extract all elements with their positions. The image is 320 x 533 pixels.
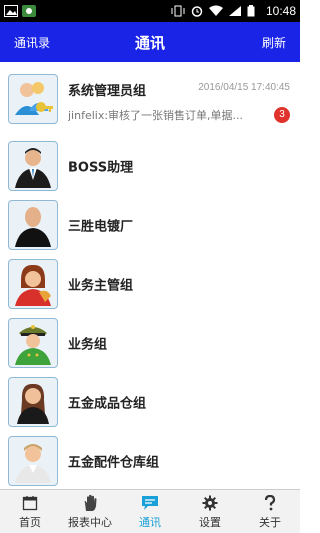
hand-icon: [82, 494, 98, 512]
list-item[interactable]: 业务主管组: [0, 254, 300, 313]
app-notification-icon: [22, 5, 36, 17]
contact-list: 系统管理员组 2016/04/15 17:40:45 jinfelix:审核了一…: [0, 62, 300, 489]
list-item[interactable]: BOSS助理: [0, 136, 300, 195]
chat-icon: [141, 494, 159, 512]
contact-name: 系统管理员组: [68, 84, 147, 99]
tab-label: 通讯: [139, 515, 161, 529]
refresh-button[interactable]: 刷新: [262, 34, 286, 51]
bald-man-icon: [8, 199, 58, 250]
image-notification-icon: [4, 5, 18, 17]
contact-name: 业务主管组: [68, 278, 134, 293]
question-icon: [264, 494, 276, 512]
list-item[interactable]: 三胜电镀厂: [0, 195, 300, 254]
list-item[interactable]: 系统管理员组 2016/04/15 17:40:45 jinfelix:审核了一…: [0, 62, 300, 136]
signal-icon: [228, 5, 242, 17]
status-bar: 10:48: [0, 0, 300, 22]
tab-reports[interactable]: 报表中心: [60, 490, 120, 533]
unread-badge: 3: [274, 107, 290, 123]
bottom-tab-bar: 首页 报表中心 通讯 设置 关于: [0, 489, 300, 533]
tab-label: 设置: [199, 515, 221, 529]
manager-woman-icon: [8, 258, 58, 309]
woman-icon: [8, 376, 58, 427]
alarm-icon: [190, 5, 204, 17]
tab-messages[interactable]: 通讯: [120, 490, 180, 533]
tab-label: 报表中心: [68, 515, 112, 529]
contact-name: 五金配件仓库组: [68, 455, 160, 470]
tab-home[interactable]: 首页: [0, 490, 60, 533]
admin-users-icon: [8, 74, 58, 124]
tab-about[interactable]: 关于: [240, 490, 300, 533]
gear-icon: [202, 494, 218, 512]
vibrate-icon: [171, 5, 185, 17]
list-item[interactable]: 五金配件仓库组: [0, 431, 300, 489]
battery-icon: [247, 5, 261, 17]
contact-name: 业务组: [68, 337, 108, 352]
contact-name: 五金成品仓组: [68, 396, 147, 411]
tab-label: 首页: [19, 515, 41, 529]
tab-settings[interactable]: 设置: [180, 490, 240, 533]
contact-name: 三胜电镀厂: [68, 219, 134, 234]
calendar-icon: [22, 494, 38, 512]
clock-time: 10:48: [265, 4, 296, 18]
man-icon: [8, 435, 58, 486]
message-timestamp: 2016/04/15 17:40:45: [198, 82, 290, 93]
list-item[interactable]: 业务组: [0, 313, 300, 372]
contact-name: BOSS助理: [68, 160, 134, 175]
list-item[interactable]: 五金成品仓组: [0, 372, 300, 431]
officer-icon: [8, 317, 58, 368]
businessman-icon: [8, 140, 58, 191]
last-message-preview: jinfelix:审核了一张销售订单,单据...: [68, 109, 244, 122]
tab-label: 关于: [259, 515, 281, 529]
wifi-icon: [208, 5, 223, 17]
app-header: 通讯录 通讯 刷新: [0, 22, 300, 62]
contacts-button[interactable]: 通讯录: [14, 34, 50, 51]
